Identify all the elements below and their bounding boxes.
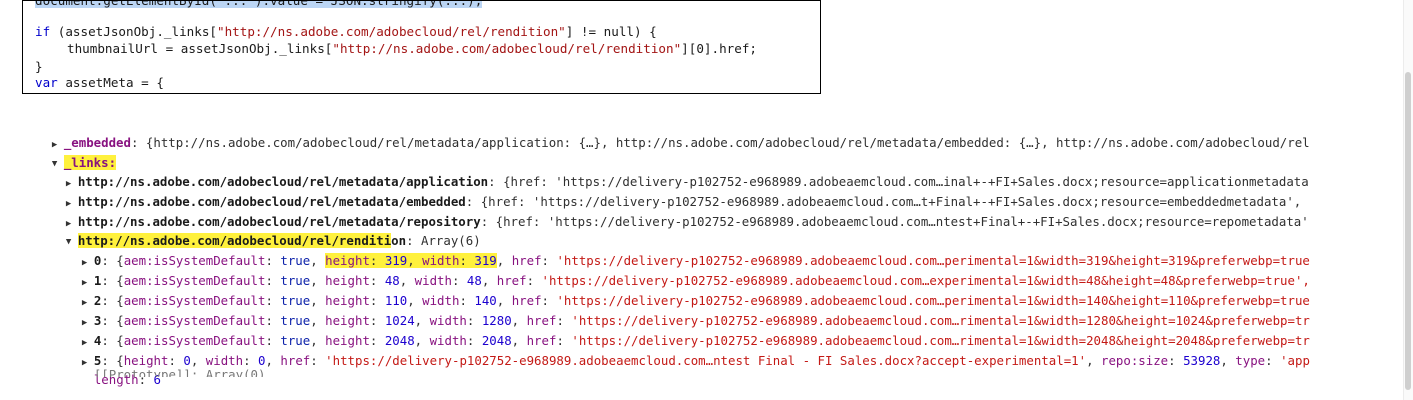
code-line-0-text: document.getElementById('...').value = J…: [35, 1, 483, 8]
scrollbar-thumb[interactable]: [1405, 72, 1411, 390]
code-line-3: }: [35, 59, 43, 74]
rendition-item-4[interactable]: ▶ 4: {aem:isSystemDefault: true, height: …: [52, 311, 1310, 348]
type-value: 'app: [1280, 353, 1310, 368]
code-line-2-string: "http://ns.adobe.com/adobecloud/rel/rend…: [332, 41, 682, 56]
rendition-item-3[interactable]: ▶ 3: {aem:isSystemDefault: true, height: …: [52, 291, 1310, 328]
rendition-item-2[interactable]: ▶ 2: {aem:isSystemDefault: true, height: …: [52, 271, 1310, 308]
var-keyword: var: [35, 75, 58, 90]
tree-row-link-application[interactable]: ▶ http://ns.adobe.com/adobecloud/rel/meta…: [36, 152, 1309, 189]
code-line-2: thumbnailUrl = assetJsonObj._links["http…: [67, 41, 757, 56]
code-line-0: document.getElementById('...').value = J…: [35, 1, 483, 8]
repo-size-value: 53928: [1183, 353, 1221, 368]
vertical-scrollbar[interactable]: [1403, 0, 1413, 400]
code-line-1-string: "http://ns.adobe.com/adobecloud/rel/rend…: [216, 24, 566, 39]
code-line-1: if (assetJsonObj._links["http://ns.adobe…: [35, 24, 657, 39]
repo-size-key: repo:size: [1101, 353, 1169, 368]
rendition-item-0[interactable]: ▶ 0: {aem:isSystemDefault: true, height: …: [52, 231, 1310, 268]
code-line-1-a: (assetJsonObj._links[: [50, 24, 217, 39]
tree-row-links[interactable]: ▼ _links:: [22, 133, 117, 170]
code-line-2-a: thumbnailUrl = assetJsonObj._links[: [67, 41, 333, 56]
code-snippet-panel: document.getElementById('...').value = J…: [22, 0, 821, 94]
tree-row-embedded[interactable]: ▶ _embedded: {http://ns.adobe.com/adobecl…: [22, 113, 1310, 150]
href-key: href: [280, 353, 311, 368]
tree-row-link-embedded[interactable]: ▶ http://ns.adobe.com/adobecloud/rel/meta…: [36, 172, 1301, 209]
type-key: type: [1235, 353, 1266, 368]
link-value: {href: 'https://delivery-p102752-e968989…: [495, 214, 1309, 229]
prototype-row-cut: [[Prototype]]: Array(0): [64, 367, 266, 377]
rendition-item-1[interactable]: ▶ 1: {aem:isSystemDefault: true, height: …: [52, 251, 1310, 288]
code-line-1-b: ] != null) {: [565, 24, 657, 39]
tree-row-link-repository[interactable]: ▶ http://ns.adobe.com/adobecloud/rel/meta…: [36, 192, 1309, 229]
prototype-text: [[Prototype]]: Array(0): [93, 367, 266, 377]
code-line-2-b: ][0].href;: [681, 41, 757, 56]
embedded-value: {http://ns.adobe.com/adobecloud/rel/meta…: [145, 135, 1310, 150]
console-object-tree: ▶ _embedded: {http://ns.adobe.com/adobecl…: [0, 113, 1404, 400]
href-value: 'https://delivery-p102752-e968989.adobea…: [325, 353, 1087, 368]
tree-row-rendition[interactable]: ▼ http://ns.adobe.com/adobecloud/rel/rend…: [36, 211, 481, 248]
code-line-4-b: assetMeta = {: [57, 75, 164, 90]
height-value: 0: [183, 353, 191, 368]
if-keyword: if: [35, 24, 51, 39]
code-line-4: var assetMeta = {: [35, 75, 164, 90]
width-key: width: [205, 353, 244, 368]
rendition-item-5[interactable]: ▶ 5: {height: 0, width: 0, href: 'https:/…: [52, 331, 1310, 368]
